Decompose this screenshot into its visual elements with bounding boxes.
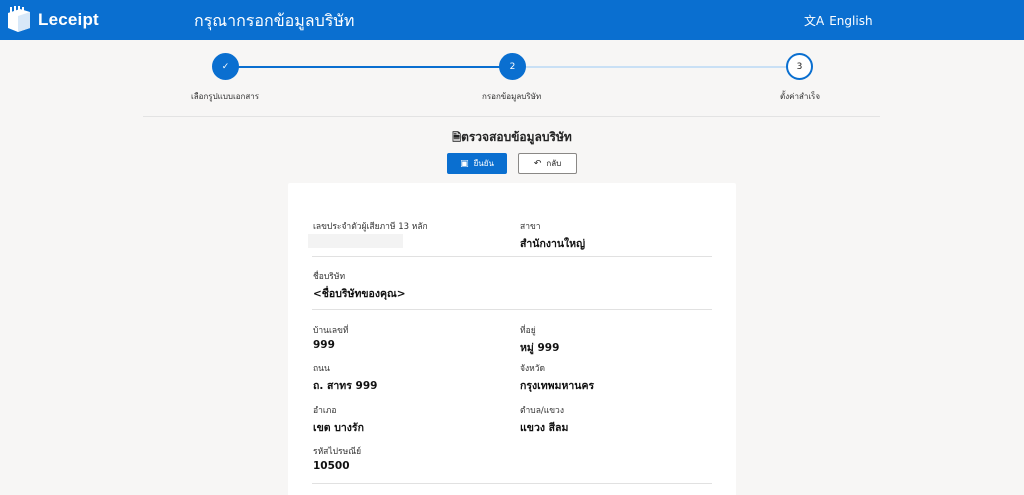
step-connector-done	[238, 66, 512, 68]
branch-label: สาขา	[520, 222, 541, 232]
save-icon: ▣	[460, 158, 469, 169]
step-3-label: ตั้งค่าสำเร็จ	[780, 92, 821, 101]
company-name-label: ชื่อบริษัท	[313, 272, 346, 282]
undo-icon: ↶	[533, 158, 542, 169]
brand-logo[interactable]: Leceipt	[6, 6, 99, 34]
row-divider	[312, 309, 712, 310]
back-button-label: กลับ	[546, 159, 562, 168]
postcode-label: รหัสไปรษณีย์	[313, 447, 362, 457]
top-bar: Leceipt กรุณากรอกข้อมูลบริษัท 文A English	[0, 0, 1024, 40]
document-icon: 🗎	[452, 131, 462, 144]
house-no-value: 999	[313, 339, 335, 351]
confirm-button-label: ยืนยัน	[473, 159, 494, 168]
district-value: เขต บางรัก	[313, 422, 364, 434]
address-value: หมู่ 999	[520, 342, 560, 354]
tax-id-label: เลขประจำตัวผู้เสียภาษี 13 หลัก	[313, 222, 428, 232]
back-button[interactable]: ↶ กลับ	[518, 153, 577, 174]
confirm-button[interactable]: ▣ ยืนยัน	[447, 153, 507, 174]
company-info-card: เลขประจำตัวผู้เสียภาษี 13 หลัก สาขา สำนั…	[288, 183, 736, 495]
district-label: อำเภอ	[313, 406, 337, 416]
subdistrict-value: แขวง สีลม	[520, 422, 569, 434]
page-title: กรุณากรอกข้อมูลบริษัท	[194, 11, 355, 30]
road-label: ถนน	[313, 364, 330, 374]
company-name-value: <ชื่อบริษัทของคุณ>	[313, 288, 406, 300]
leceipt-logo-icon	[8, 6, 30, 32]
road-value: ถ. สาทร 999	[313, 380, 378, 392]
step-3-circle: 3	[786, 53, 813, 80]
section-heading: 🗎ตรวจสอบข้อมูลบริษัท	[0, 128, 1024, 148]
step-3-number: 3	[796, 61, 803, 72]
step-connector-todo	[512, 66, 800, 68]
tax-id-value	[308, 234, 403, 248]
section-title: ตรวจสอบข้อมูลบริษัท	[461, 130, 572, 144]
language-label: English	[829, 13, 873, 28]
check-icon: ✓	[221, 61, 230, 72]
branch-value: สำนักงานใหญ่	[520, 238, 586, 250]
house-no-label: บ้านเลขที่	[313, 326, 349, 336]
stepper-divider	[143, 116, 880, 117]
postcode-value: 10500	[313, 460, 350, 472]
step-1-circle: ✓	[212, 53, 239, 80]
step-2-label: กรอกข้อมูลบริษัท	[482, 92, 542, 101]
language-switch[interactable]: 文A English	[804, 12, 873, 29]
brand-name: Leceipt	[38, 10, 99, 29]
province-value: กรุงเทพมหานคร	[520, 380, 595, 392]
address-label: ที่อยู่	[520, 326, 536, 336]
step-2-number: 2	[509, 61, 516, 72]
subdistrict-label: ตำบล/แขวง	[520, 406, 564, 416]
row-divider	[312, 483, 712, 484]
row-divider	[312, 256, 712, 257]
province-label: จังหวัด	[520, 364, 546, 374]
step-1-label: เลือกรูปแบบเอกสาร	[191, 92, 260, 101]
step-2-circle: 2	[499, 53, 526, 80]
translate-icon: 文A	[804, 14, 825, 28]
